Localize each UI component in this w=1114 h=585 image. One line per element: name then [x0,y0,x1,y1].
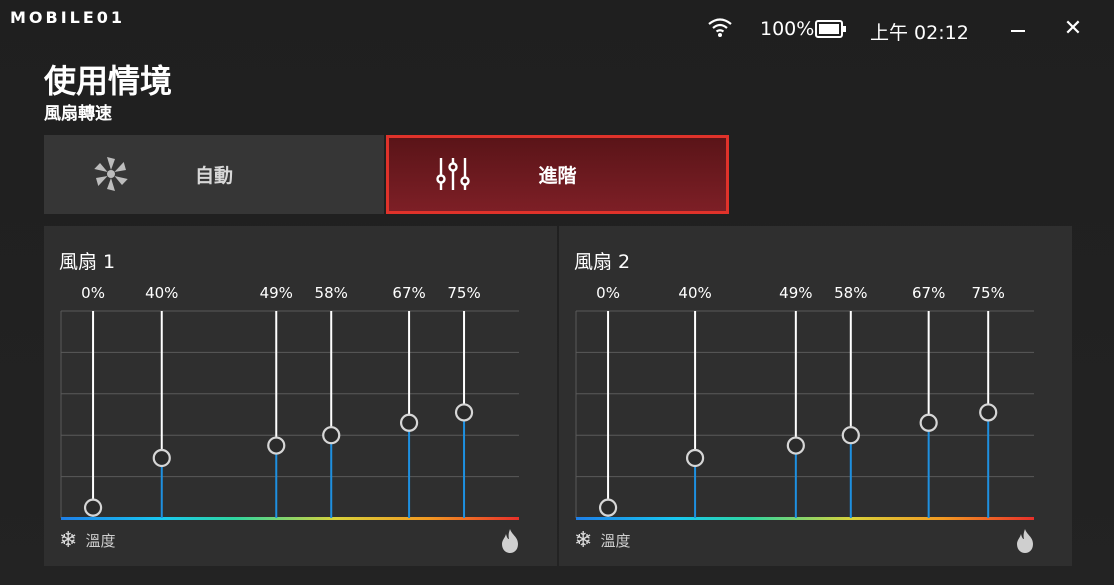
tab-advanced[interactable]: 進階 [386,135,729,214]
fan-curve-slider[interactable] [454,311,474,518]
fan-curve-slider[interactable] [685,311,705,518]
slider-knob[interactable] [919,413,938,432]
slider-knob[interactable] [685,448,705,468]
fan-2-curve-chart: 0% 40% 49% 58% 67% 75% [575,284,1034,520]
speed-percent-label: 75% [447,284,480,302]
close-button[interactable]: ✕ [1058,14,1088,44]
speed-percent-label: 58% [834,284,867,302]
slider-knob[interactable] [454,403,474,422]
temperature-label: 溫度 [600,532,631,550]
fan-2-panel: 風扇 2 0% 40% 49% 58% 67% 75% ❄ 溫度 [559,226,1072,566]
battery-percent: 100% [760,18,815,40]
clock: 上午 02:12 [870,22,969,44]
fan-curve-slider[interactable] [267,311,286,518]
tab-auto-label: 自動 [194,165,233,187]
chart-grid [60,310,519,519]
wifi-icon [707,16,733,42]
speed-percent-label: 0% [81,284,105,302]
slider-knob[interactable] [267,436,286,455]
temperature-gradient-bar [576,517,1034,520]
slider-knob[interactable] [83,498,103,517]
flame-icon [500,528,520,558]
fan-curve-slider[interactable] [919,311,938,518]
slider-knob[interactable] [152,448,171,468]
fan-curve-slider[interactable] [83,311,103,518]
snowflake-icon: ❄ [59,528,78,553]
slider-knob[interactable] [598,498,618,517]
speed-percent-label: 49% [260,284,293,302]
minimize-button[interactable] [1004,14,1034,44]
fan-curve-slider[interactable] [322,311,341,518]
battery-icon [815,20,847,42]
speed-percent-label: 40% [145,284,178,302]
speed-percent-label: 75% [972,284,1005,302]
snowflake-icon: ❄ [574,528,593,553]
speed-percent-label: 49% [779,284,812,302]
fan-curve-slider[interactable] [598,311,618,518]
page-subtitle: 風扇轉速 [44,104,112,124]
slider-knob[interactable] [979,403,998,422]
fan-curve-slider[interactable] [841,311,860,518]
speed-percent-label: 58% [315,284,348,302]
slider-knob[interactable] [322,426,341,445]
slider-knob[interactable] [786,436,805,455]
speed-percent-label: 0% [596,284,620,302]
flame-icon [1015,528,1035,558]
page-title: 使用情境 [44,62,173,100]
speed-percent-label: 67% [392,284,425,302]
speed-percent-label: 40% [678,284,711,302]
fan-curve-slider[interactable] [786,311,805,518]
fan-curve-slider[interactable] [152,311,171,518]
tab-advanced-label: 進階 [538,165,577,187]
fan-1-curve-chart: 0% 40% 49% 58% 67% 75% [60,284,519,520]
slider-knob[interactable] [841,426,860,445]
speed-percent-label: 67% [912,284,945,302]
tab-auto[interactable]: 自動 [44,135,384,214]
temperature-label: 溫度 [85,532,116,550]
fan-curve-slider[interactable] [979,311,998,518]
app-logo: MOBILE01 [10,8,126,27]
chart-grid [575,310,1034,519]
fan-curve-slider[interactable] [399,311,419,518]
slider-knob[interactable] [399,413,419,432]
fan-1-panel: 風扇 1 0% 40% 49% 58% 67% 75% ❄ 溫度 [44,226,557,566]
temperature-gradient-bar [61,517,519,520]
